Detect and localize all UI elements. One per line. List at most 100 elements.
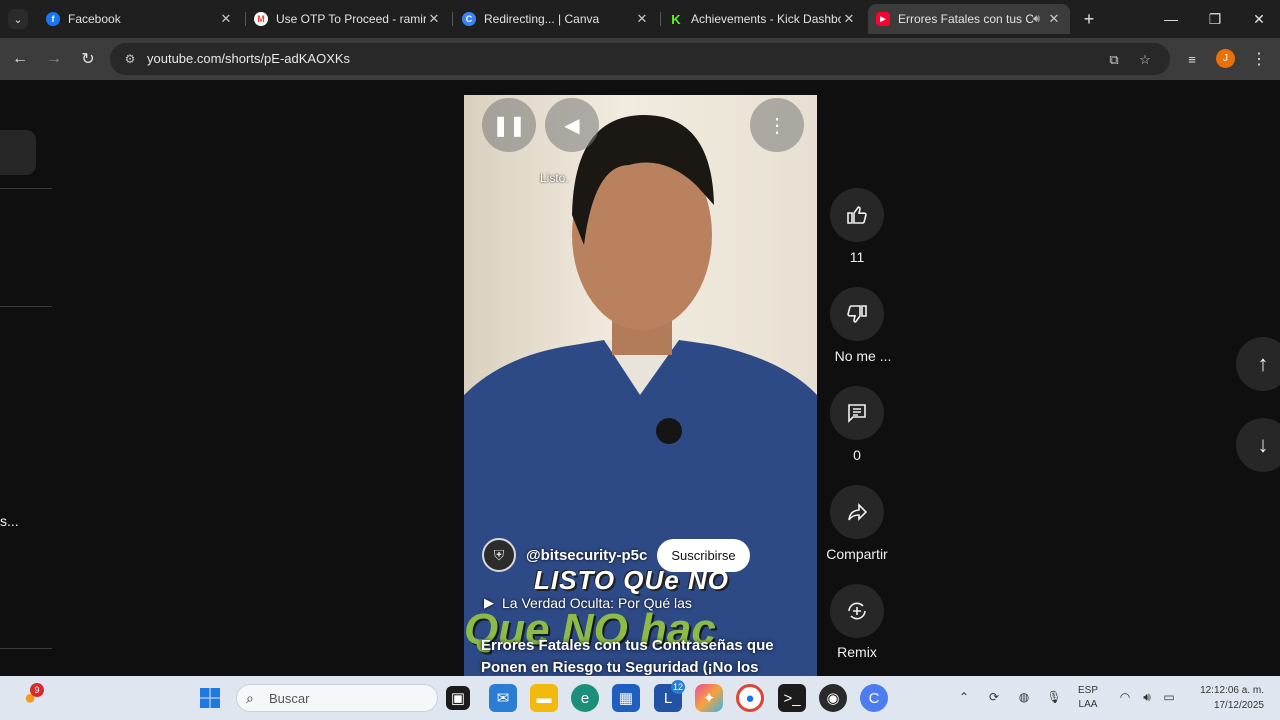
search-placeholder: Buscar [269, 691, 310, 706]
forward-button[interactable]: → [42, 47, 66, 71]
close-icon: ✕ [1253, 10, 1265, 27]
language-bottom: LAA [1078, 699, 1098, 710]
sidebar-truncated-text[interactable]: s... [0, 513, 19, 529]
close-window-button[interactable]: ✕ [1238, 0, 1280, 38]
chrome-app[interactable]: ● [736, 684, 764, 712]
edge-app[interactable]: e [571, 684, 599, 712]
remix-button[interactable] [830, 584, 884, 638]
copilot-app[interactable]: ✦ [695, 684, 723, 712]
like-button[interactable] [830, 188, 884, 242]
new-tab-button[interactable]: + [1079, 9, 1099, 29]
battery-icon[interactable]: ▭ [1160, 688, 1178, 706]
close-icon[interactable]: ✕ [218, 11, 234, 27]
tab-gmail[interactable]: M Use OTP To Proceed - ramir ✕ [246, 4, 450, 34]
language-indicator[interactable]: ESP LAA [1078, 684, 1098, 712]
media-control-button[interactable]: ≡ [1180, 47, 1204, 71]
tray-overflow-button[interactable]: ⌃ [955, 688, 973, 706]
clock-time: 12:12:06 a. m. [1200, 685, 1264, 696]
folder-icon: ▬ [536, 689, 552, 707]
terminal-app[interactable]: >_ [778, 684, 806, 712]
tray-defender-icon[interactable]: ◍ [1015, 688, 1033, 706]
site-settings-icon[interactable]: ⚙ [122, 51, 138, 67]
browser-toolbar: ← → ↻ ⚙ youtube.com/shorts/pE-adKAOXKs ⧉… [0, 38, 1280, 80]
tab-youtube-active[interactable]: ▶ Errores Fatales con tus C 🔊︎ ✕ [868, 4, 1070, 34]
back-button[interactable]: ← [8, 47, 32, 71]
mail-icon: ✉ [496, 690, 510, 707]
channel-avatar[interactable]: ⛨ [482, 538, 516, 572]
file-explorer-app[interactable]: ▬ [530, 684, 558, 712]
reload-icon: ↻ [81, 51, 95, 68]
thumbs-up-icon [847, 206, 867, 224]
tray-sync-icon[interactable]: ⟳ [985, 688, 1003, 706]
like-count: 11 [849, 249, 865, 265]
dislike-button[interactable] [830, 287, 884, 341]
remix-icon [848, 602, 866, 620]
subscribe-button[interactable]: Suscribirse [657, 538, 750, 572]
restore-button[interactable]: ❐ [1194, 0, 1236, 38]
close-icon[interactable]: ✕ [841, 11, 857, 27]
weather-badge: 9 [30, 683, 44, 697]
mute-button[interactable]: ◀ [545, 98, 599, 152]
outlook-app[interactable]: ✉ [489, 684, 517, 712]
comment-icon [848, 404, 866, 423]
youtube-icon: ▶ [876, 12, 890, 26]
thumbs-down-icon [847, 305, 867, 323]
terminal-icon: >_ [783, 689, 801, 707]
browser-menu-button[interactable]: ⋮ [1247, 47, 1271, 71]
close-icon[interactable]: ✕ [426, 11, 442, 27]
close-icon[interactable]: ✕ [1046, 11, 1062, 27]
shorts-video-player[interactable]: ❚❚ ◀ ⋮ Listo. Que NO hac LISTO QUe NO ⛨ … [464, 95, 817, 676]
reload-button[interactable]: ↻ [76, 47, 100, 71]
outlook-icon: L [663, 689, 673, 707]
obs-app[interactable]: ◉ [819, 684, 847, 712]
sidebar-divider [0, 306, 52, 307]
taskbar-search[interactable]: ⌕ Buscar [236, 684, 438, 712]
install-app-icon[interactable]: ⧉ [1105, 51, 1123, 69]
task-view-button[interactable]: ▣ [446, 686, 470, 710]
profile-avatar[interactable]: J [1216, 49, 1235, 68]
tab-kick[interactable]: K Achievements - Kick Dashbo ✕ [661, 4, 865, 34]
tab-facebook[interactable]: f Facebook ✕ [38, 4, 242, 34]
channel-handle[interactable]: @bitsecurity-p5c [526, 547, 647, 564]
next-short-button[interactable]: ↓ [1236, 418, 1280, 472]
address-bar[interactable]: ⚙ youtube.com/shorts/pE-adKAOXKs ⧉ ☆ [110, 43, 1170, 75]
speaker-icon[interactable]: 🔊︎ [1033, 13, 1040, 26]
bookmark-star-icon[interactable]: ☆ [1136, 51, 1154, 69]
record-icon: ◉ [826, 690, 840, 707]
more-options-button[interactable]: ⋮ [750, 98, 804, 152]
tab-canva[interactable]: C Redirecting... | Canva ✕ [454, 4, 658, 34]
arrow-left-icon: ← [12, 50, 28, 67]
arrow-right-icon: → [46, 50, 62, 67]
chevron-up-icon: ⌃ [958, 690, 970, 704]
store-app[interactable]: ▦ [612, 684, 640, 712]
sidebar-chip[interactable] [0, 130, 36, 175]
microphone-icon[interactable]: 🎙︎ [1045, 688, 1063, 706]
chevron-down-icon: ⌄ [13, 13, 23, 26]
video-title[interactable]: Errores Fatales con tus Contraseñas que … [481, 635, 801, 676]
clock-date: 17/12/2025 [1213, 700, 1264, 711]
windows-logo-icon [200, 688, 220, 708]
url-text[interactable]: youtube.com/shorts/pE-adKAOXKs [147, 51, 350, 66]
share-button[interactable] [830, 485, 884, 539]
close-icon[interactable]: ✕ [634, 11, 650, 27]
previous-short-button[interactable]: ↑ [1236, 337, 1280, 391]
tab-title: Errores Fatales con tus C [898, 12, 1034, 26]
share-label: Compartir [826, 546, 888, 562]
volume-tooltip: Listo. [540, 171, 569, 185]
start-button[interactable] [196, 684, 224, 712]
playlist-link[interactable]: ▶ La Verdad Oculta: Por Qué las [484, 595, 692, 611]
comments-button[interactable] [830, 386, 884, 440]
youtube-shorts-page: s... ❚❚ ◀ ⋮ Listo. Que NO hac LISTO QUe … [0, 80, 1280, 676]
windows-taskbar: ● 9 ⌕ Buscar ▣ ✉ ▬ e ▦ L 12 ✦ ● >_ ◉ C ⌃… [0, 676, 1280, 720]
minimize-button[interactable]: — [1150, 0, 1192, 38]
facebook-icon: f [46, 12, 60, 26]
sidebar-divider [0, 188, 52, 189]
tab-search-button[interactable]: ⌄ [8, 9, 28, 29]
canva-app[interactable]: C [860, 684, 888, 712]
pause-button[interactable]: ❚❚ [482, 98, 536, 152]
shield-icon: ⛨ [493, 546, 505, 563]
volume-icon[interactable]: 🔊︎ [1138, 688, 1156, 706]
wifi-icon[interactable]: ◠ [1116, 688, 1134, 706]
system-clock[interactable]: 12:12:06 a. m. 17/12/2025 [1190, 683, 1264, 713]
kebab-menu-icon: ⋮ [1251, 51, 1267, 68]
